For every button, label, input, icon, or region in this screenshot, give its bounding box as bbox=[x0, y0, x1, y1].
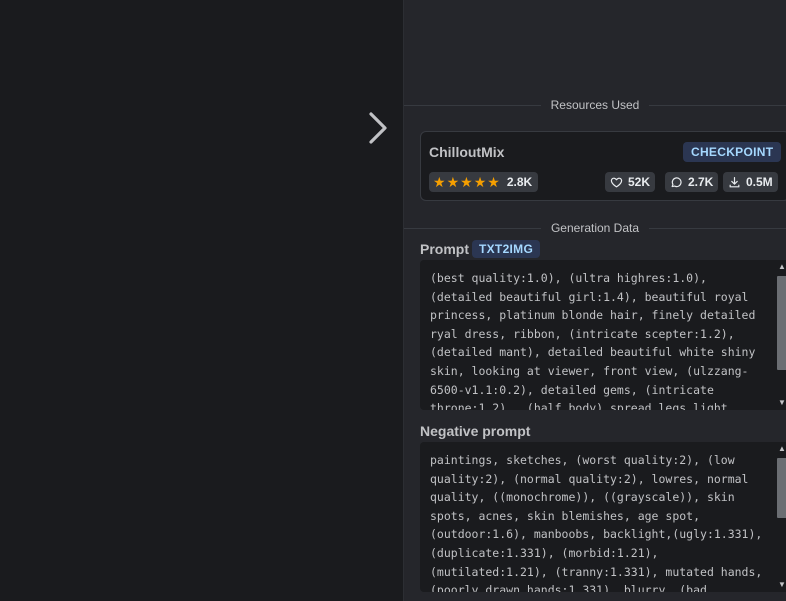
negative-prompt-scrollbar[interactable]: ▲ ▼ bbox=[774, 442, 786, 592]
prompt-label: Prompt bbox=[420, 241, 469, 257]
resource-name[interactable]: ChilloutMix bbox=[429, 144, 504, 160]
likes-stat: 52K bbox=[605, 172, 656, 192]
scroll-up-icon[interactable]: ▲ bbox=[774, 442, 786, 456]
resource-card[interactable]: ChilloutMix CHECKPOINT ★ ★ ★ ★ ★ 2.8K 52… bbox=[420, 131, 786, 201]
chevron-right-icon bbox=[369, 112, 387, 144]
generation-divider: Generation Data bbox=[404, 220, 786, 236]
prompt-text[interactable]: (best quality:1.0), (ultra highres:1.0),… bbox=[430, 269, 765, 410]
comments-count: 2.7K bbox=[688, 175, 714, 189]
scroll-thumb[interactable] bbox=[777, 458, 786, 518]
likes-count: 52K bbox=[628, 175, 651, 189]
resources-divider: Resources Used bbox=[404, 97, 786, 113]
download-icon bbox=[729, 176, 740, 187]
prompt-scrollbar[interactable]: ▲ ▼ bbox=[774, 260, 786, 410]
details-panel: Resources Used ChilloutMix CHECKPOINT ★ … bbox=[404, 0, 786, 601]
scroll-thumb[interactable] bbox=[777, 276, 786, 370]
downloads-count: 0.5M bbox=[746, 175, 773, 189]
generation-mode-badge: TXT2IMG bbox=[472, 240, 541, 258]
negative-prompt-textbox[interactable]: paintings, sketches, (worst quality:2), … bbox=[420, 442, 786, 592]
star-icon: ★ bbox=[433, 174, 446, 190]
image-viewer bbox=[0, 0, 403, 601]
star-icon: ★ bbox=[473, 174, 487, 190]
prompt-textbox[interactable]: (best quality:1.0), (ultra highres:1.0),… bbox=[420, 260, 786, 410]
scroll-down-icon[interactable]: ▼ bbox=[774, 578, 786, 592]
generation-section-label: Generation Data bbox=[550, 221, 640, 235]
heart-icon bbox=[610, 177, 623, 187]
comments-stat: 2.7K bbox=[665, 172, 719, 192]
rating-badge: ★ ★ ★ ★ ★ 2.8K bbox=[429, 172, 539, 192]
next-image-button[interactable] bbox=[364, 110, 392, 146]
negative-prompt-label: Negative prompt bbox=[420, 423, 531, 439]
downloads-stat: 0.5M bbox=[723, 172, 778, 192]
star-icon: ★ bbox=[460, 174, 473, 190]
star-icon: ★ bbox=[446, 174, 460, 190]
resources-section-label: Resources Used bbox=[550, 98, 640, 112]
negative-prompt-text[interactable]: paintings, sketches, (worst quality:2), … bbox=[430, 451, 765, 592]
message-circle-icon bbox=[671, 176, 682, 187]
scroll-up-icon[interactable]: ▲ bbox=[774, 260, 786, 274]
resource-type-badge: CHECKPOINT bbox=[683, 142, 782, 162]
rating-count: 2.8K bbox=[506, 175, 533, 189]
scroll-down-icon[interactable]: ▼ bbox=[774, 396, 786, 410]
star-icon: ★ bbox=[487, 174, 500, 190]
